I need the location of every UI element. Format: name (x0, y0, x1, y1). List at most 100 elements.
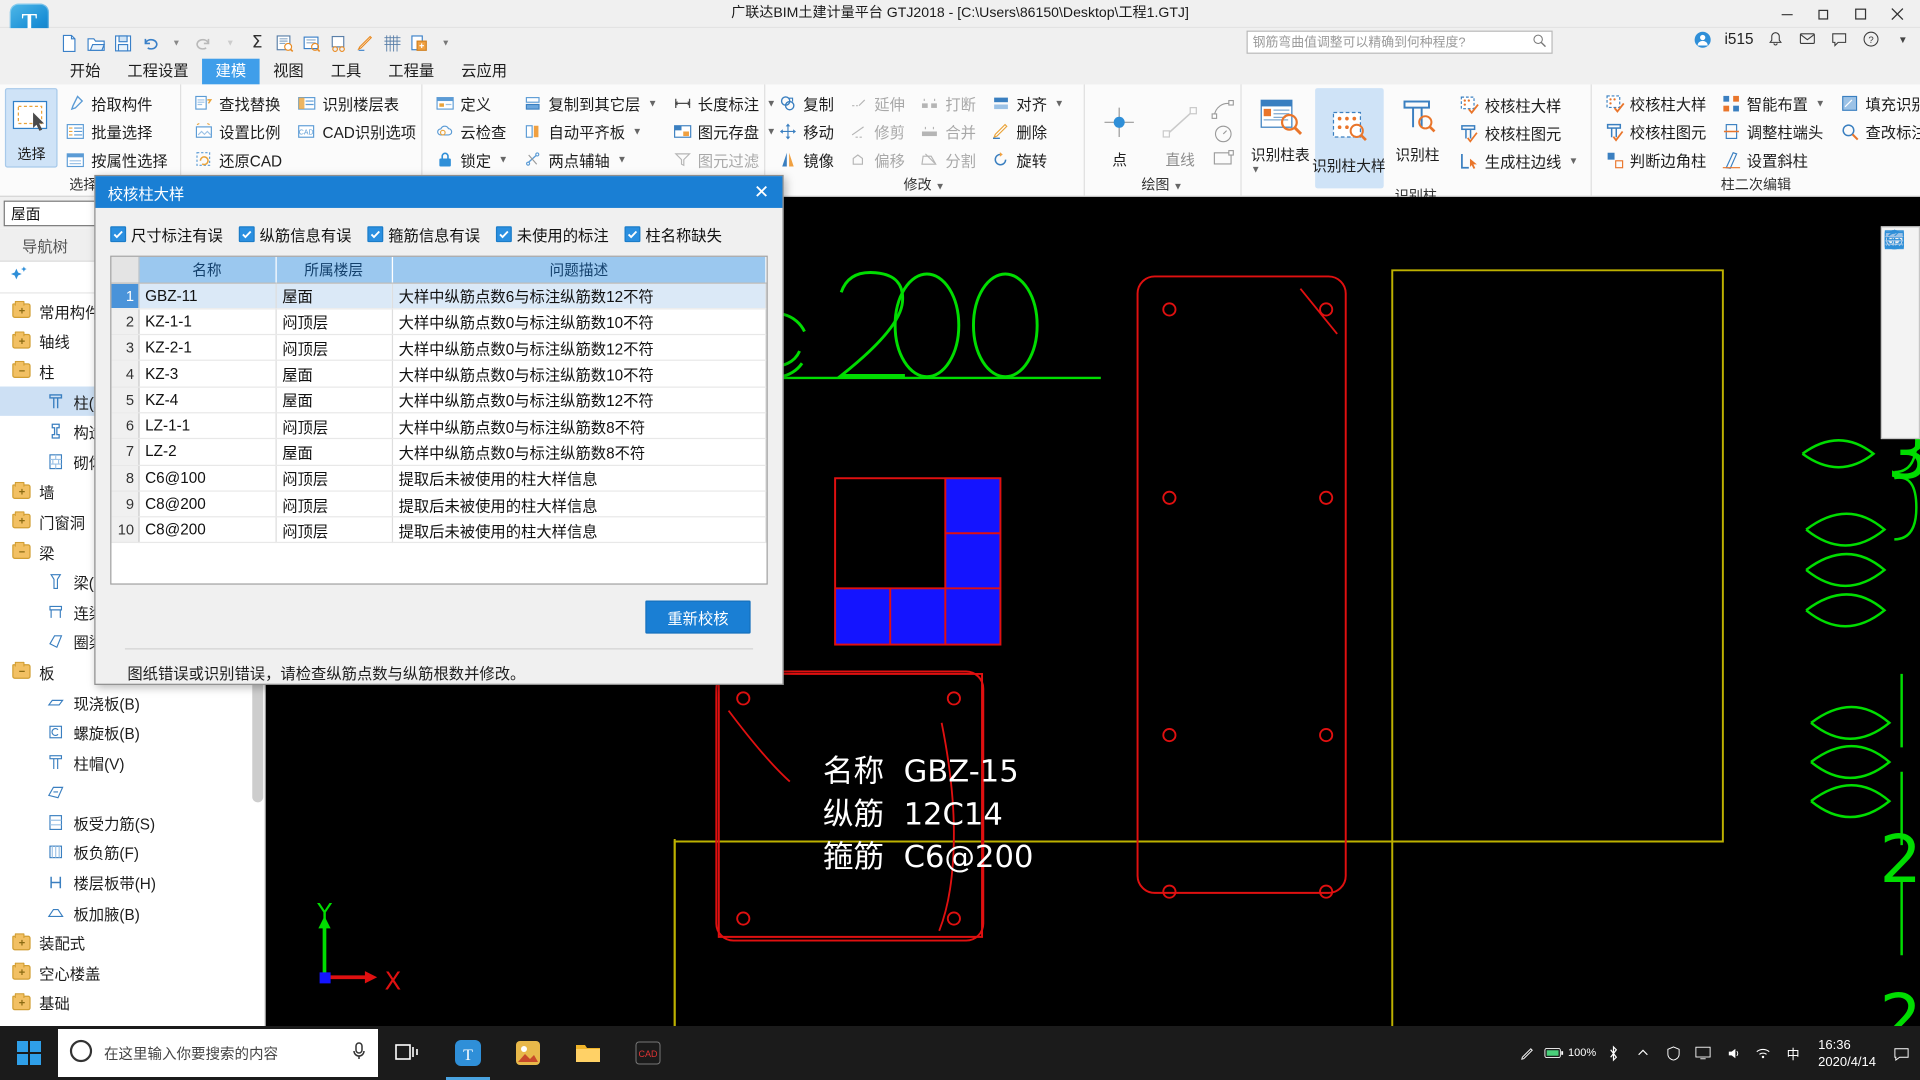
redo-icon[interactable] (191, 31, 215, 54)
check-column-detail-button[interactable]: 校核柱大样 (1454, 91, 1583, 119)
check-column-element-button-2[interactable]: 校核柱图元 (1599, 117, 1711, 145)
merge-button[interactable]: 合并 (915, 117, 981, 145)
chevron-down-icon[interactable]: ▼ (498, 154, 508, 165)
menu-item-1[interactable]: 工程设置 (114, 59, 202, 85)
generate-column-edge-button[interactable]: 生成柱边线 ▼ (1454, 147, 1583, 175)
filter-dimension-error[interactable]: 尺寸标注有误 (110, 222, 223, 245)
cloud-check-button[interactable]: 云检查 (430, 117, 513, 145)
name-header[interactable]: 名称 (138, 256, 277, 284)
explorer-app-icon[interactable] (558, 1026, 618, 1080)
help-icon[interactable]: ? (1861, 29, 1881, 49)
restore-button[interactable] (1805, 1, 1842, 27)
description-header[interactable]: 问题描述 (391, 256, 767, 284)
chevron-down-icon[interactable]: ▼ (1893, 29, 1913, 49)
menu-item-3[interactable]: 视图 (260, 59, 318, 85)
photos-app-icon[interactable] (498, 1026, 558, 1080)
ime-icon[interactable]: 中 (1780, 1033, 1806, 1073)
maximize-button[interactable] (1842, 1, 1879, 27)
chevron-up-icon[interactable] (1630, 1033, 1656, 1073)
account-name[interactable]: i515 (1725, 31, 1754, 48)
open-folder-icon[interactable] (83, 31, 107, 54)
layer-view-icon[interactable] (1883, 231, 1917, 435)
menu-item-4[interactable]: 工具 (317, 59, 375, 85)
move-button[interactable]: 移动 (773, 117, 839, 145)
line-tool-button[interactable]: 直线 (1150, 93, 1211, 173)
chevron-down-icon[interactable]: ▼ (1251, 165, 1310, 175)
element-filter-button[interactable]: 图元过滤 (667, 146, 781, 174)
recognize-column-detail-button[interactable]: 识别柱大样 (1312, 88, 1386, 189)
scrollbar-thumb[interactable] (252, 680, 264, 803)
tree-node-15[interactable]: 柱帽(V) (0, 747, 264, 777)
delete-button[interactable]: 删除 (986, 117, 1069, 145)
pick-component-button[interactable]: 拾取构件 (61, 89, 173, 117)
recognize-floor-table-button[interactable]: 识别楼层表 (292, 89, 421, 117)
new-file-icon[interactable] (56, 31, 80, 54)
smart-layout-button[interactable]: 智能布置 ▼ (1716, 89, 1830, 117)
export-icon[interactable] (407, 31, 431, 54)
check-icon[interactable] (326, 31, 350, 54)
3d-icon[interactable]: 3D (1883, 230, 1917, 298)
chevron-down-icon[interactable]: ▼ (632, 126, 642, 137)
tree-node-20[interactable]: 板加腋(B) (0, 898, 264, 928)
fill-recognize-column-button[interactable]: 填充识别柱 (1835, 89, 1920, 117)
copy-button[interactable]: 复制 (773, 89, 839, 117)
rotate-view-icon[interactable] (1883, 229, 1917, 401)
group-caret-icon[interactable]: ▼ (935, 181, 945, 192)
more-icon[interactable]: ▼ (433, 31, 457, 54)
tree-node-16[interactable] (0, 777, 264, 807)
align-button[interactable]: 对齐 ▼ (986, 89, 1069, 117)
attr-select-button[interactable]: 按属性选择 (61, 146, 173, 174)
rect-icon[interactable] (1210, 146, 1234, 169)
account-avatar-icon[interactable] (1693, 29, 1713, 49)
chevron-down-icon[interactable]: ▼ (617, 154, 627, 165)
taskbar-search-input[interactable]: 在这里输入你要搜索的内容 (104, 1043, 340, 1064)
cortana-circle-icon[interactable] (68, 1038, 94, 1069)
redo-dropdown-icon[interactable]: ▼ (218, 31, 242, 54)
query-icon[interactable] (299, 31, 323, 54)
task-view-icon[interactable] (378, 1026, 438, 1080)
front-view-icon[interactable] (1883, 232, 1917, 332)
tree-node-23[interactable]: + 基础 (0, 988, 264, 1018)
pen-tray-icon[interactable] (1514, 1033, 1540, 1073)
cad-options-button[interactable]: CAD CAD识别选项 (292, 117, 421, 145)
offset-button[interactable]: 偏移 (844, 146, 910, 174)
table-row[interactable]: 1 GBZ-11 屋面 大样中纵筋点数6与标注纵筋数12不符 (111, 282, 767, 310)
filter-stirrup-error[interactable]: 箍筋信息有误 (367, 222, 480, 245)
break-button[interactable]: 打断 (915, 89, 981, 117)
trim-button[interactable]: 修剪 (844, 117, 910, 145)
restore-cad-button[interactable]: 还原CAD (189, 146, 287, 174)
point-tool-button[interactable]: 点 (1089, 93, 1150, 173)
search-icon[interactable] (1532, 33, 1547, 51)
help-search-input[interactable]: 钢筋弯曲值调整可以精确到何种程度? (1253, 33, 1532, 51)
cad-app-icon[interactable]: CAD (618, 1026, 678, 1080)
close-button[interactable] (1878, 1, 1915, 27)
recognize-column-button[interactable]: 识别柱 (1383, 88, 1452, 168)
notification-icon[interactable] (1888, 1033, 1914, 1073)
bell-icon[interactable] (1766, 29, 1786, 49)
bluetooth-icon[interactable] (1600, 1033, 1626, 1073)
extend-button[interactable]: 延伸 (844, 89, 910, 117)
close-icon[interactable]: ✕ (741, 176, 783, 208)
battery-icon[interactable] (1544, 1033, 1564, 1073)
volume-icon[interactable] (1720, 1033, 1746, 1073)
chevron-down-icon[interactable]: ▼ (648, 98, 658, 109)
table-row[interactable]: 6 LZ-1-1 闷顶层 大样中纵筋点数0与标注纵筋数8不符 (111, 412, 767, 440)
batch-select-button[interactable]: 批量选择 (61, 117, 173, 145)
select-tool-button[interactable]: 选择 (4, 88, 59, 168)
monitor-icon[interactable] (1690, 1033, 1716, 1073)
checkbox-checked-icon[interactable] (624, 225, 641, 242)
report-icon[interactable] (272, 31, 296, 54)
table-row[interactable]: 8 C6@100 闷顶层 提取后未被使用的柱大样信息 (111, 464, 767, 492)
shield-icon[interactable] (1660, 1033, 1686, 1073)
set-scale-button[interactable]: 设置比例 (189, 117, 287, 145)
element-save-button[interactable]: 图元存盘 ▼ (667, 117, 781, 145)
menu-item-0[interactable]: 开始 (56, 59, 114, 85)
checkbox-checked-icon[interactable] (495, 225, 512, 242)
table-row[interactable]: 9 C8@200 闷顶层 提取后未被使用的柱大样信息 (111, 490, 767, 518)
pen-icon[interactable] (353, 31, 377, 54)
table-row[interactable]: 4 KZ-3 屋面 大样中纵筋点数0与标注纵筋数10不符 (111, 360, 767, 388)
tree-node-22[interactable]: + 空心楼盖 (0, 958, 264, 988)
top-view-icon[interactable] (1883, 232, 1917, 367)
table-row[interactable]: 2 KZ-1-1 闷顶层 大样中纵筋点数0与标注纵筋数10不符 (111, 308, 767, 336)
add-sparkle-icon[interactable] (10, 265, 30, 288)
